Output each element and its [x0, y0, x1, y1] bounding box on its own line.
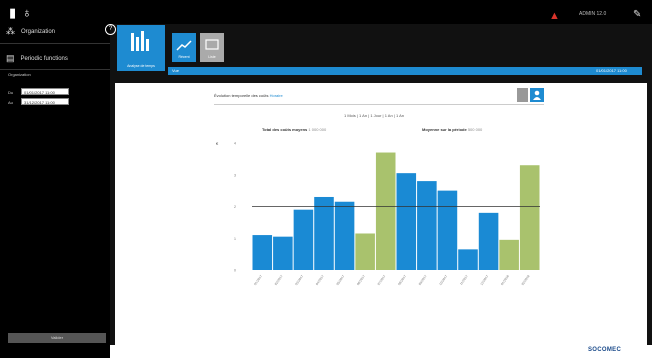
chart-bar[interactable] [375, 152, 396, 270]
chart-bar[interactable] [293, 209, 314, 270]
x-tick-label: 06/2017 [356, 274, 366, 286]
divider [0, 69, 110, 70]
view-label[interactable]: Vue [172, 68, 179, 73]
chart-bar[interactable] [437, 190, 458, 270]
apply-button[interactable]: Valider [8, 333, 106, 343]
time-range-selector[interactable]: 1 Mois | 1 An | 1 Jour | 1 An | 1 An [344, 113, 404, 118]
panel-title-link[interactable]: Horaire [270, 93, 283, 98]
help-icon[interactable]: ? [105, 24, 116, 35]
stat-average: Moyenne sur la période 500 000 [422, 127, 482, 132]
sidebar: ⁂ Organization ▤ Periodic functions Orga… [0, 24, 110, 358]
sidebar-item-organization[interactable]: ⁂ Organization [6, 26, 55, 37]
stat-label: Total des coûts moyens [262, 127, 308, 132]
tile-recent[interactable]: Récent [172, 33, 196, 62]
date-from-label: Du [8, 90, 14, 95]
edit-icon[interactable]: ✎ [633, 9, 641, 20]
chart-bar[interactable] [458, 249, 478, 270]
x-tick-label: 05/2017 [335, 274, 345, 286]
date-to-label: Au [8, 100, 13, 105]
chart-bar[interactable] [396, 173, 417, 270]
x-tick-label: 01/2017 [253, 274, 263, 286]
panel-title: Évolution temporelle des coûts Horaire [214, 93, 283, 98]
x-tick-label: 01/2018 [500, 274, 510, 286]
brand-logo: SOCOMEC [588, 347, 622, 353]
bar-chart: 0 1 2 3 4 € 01/2017 02/2017 03/2017 04/2017 05/20… [216, 141, 540, 286]
x-tick-label: 10/2017 [438, 274, 448, 286]
chart-bar[interactable] [252, 235, 273, 270]
y-tick-label: 0 [234, 269, 236, 273]
stat-label: Moyenne sur la période [422, 127, 467, 132]
tile-list[interactable]: Liste [200, 33, 224, 62]
stat-total: Total des coûts moyens 1 000 000 [262, 127, 326, 132]
date-from-input[interactable]: 01/01/2017 11:00 [21, 88, 69, 95]
tile-label: Analyse de temps [127, 64, 155, 68]
warning-icon[interactable]: ▲ [549, 10, 560, 22]
user-icon[interactable]: ♁ [22, 6, 32, 20]
stat-value: 500 000 [467, 127, 483, 132]
document-icon: ▤ [6, 53, 15, 63]
chart-bar[interactable] [355, 233, 375, 270]
tile-analysis[interactable]: Analyse de temps [117, 25, 165, 71]
footer [110, 345, 652, 358]
y-tick-label: 2 [234, 205, 236, 209]
x-tick-label: 04/2017 [315, 274, 325, 286]
sidebar-item-label: Organization [21, 28, 56, 35]
chart-bar[interactable] [314, 196, 334, 270]
x-tick-label: 03/2017 [294, 274, 304, 286]
user-filter-button[interactable] [530, 88, 544, 102]
section-label: Organization [8, 72, 31, 77]
x-tick-label: 02/2018 [521, 274, 531, 286]
clipboard-icon[interactable]: ▮ [9, 6, 16, 20]
divider [0, 43, 110, 44]
sidebar-item-label: Periodic functions [20, 55, 68, 62]
period-label: 01/01/2017 11:00 [596, 68, 627, 73]
x-tick-label: 09/2017 [418, 274, 428, 286]
y-tick-label: 1 [234, 237, 236, 241]
chart-bar[interactable] [417, 181, 437, 270]
divider [214, 104, 544, 105]
x-tick-label: 02/2017 [274, 274, 284, 286]
user-name[interactable]: ADMIN 12.0 [579, 11, 606, 17]
sidebar-item-periodic[interactable]: ▤ Periodic functions [6, 53, 68, 64]
tile-label: Récent [178, 55, 190, 59]
chart-bar[interactable] [519, 165, 540, 270]
chart-bar[interactable] [334, 201, 355, 270]
tile-label: Liste [208, 55, 216, 59]
x-tick-label: 11/2017 [459, 274, 469, 286]
chart-bar[interactable] [478, 212, 499, 270]
toolbar-bar [168, 67, 642, 75]
export-button[interactable] [517, 88, 528, 102]
y-axis-label: € [216, 141, 219, 146]
chart-bar[interactable] [273, 236, 293, 270]
x-tick-label: 08/2017 [397, 274, 407, 286]
hierarchy-icon: ⁂ [6, 26, 15, 36]
panel-title-text: Évolution temporelle des coûts [214, 93, 269, 98]
date-to-input[interactable]: 31/12/2017 11:00 [21, 98, 69, 105]
stat-value: 1 000 000 [308, 127, 327, 132]
x-tick-label: 12/2017 [479, 274, 489, 286]
person-icon [533, 90, 541, 100]
x-tick-label: 07/2017 [377, 274, 387, 286]
y-tick-label: 3 [234, 173, 236, 177]
y-tick-label: 4 [234, 142, 236, 146]
chart-bar[interactable] [499, 239, 519, 270]
